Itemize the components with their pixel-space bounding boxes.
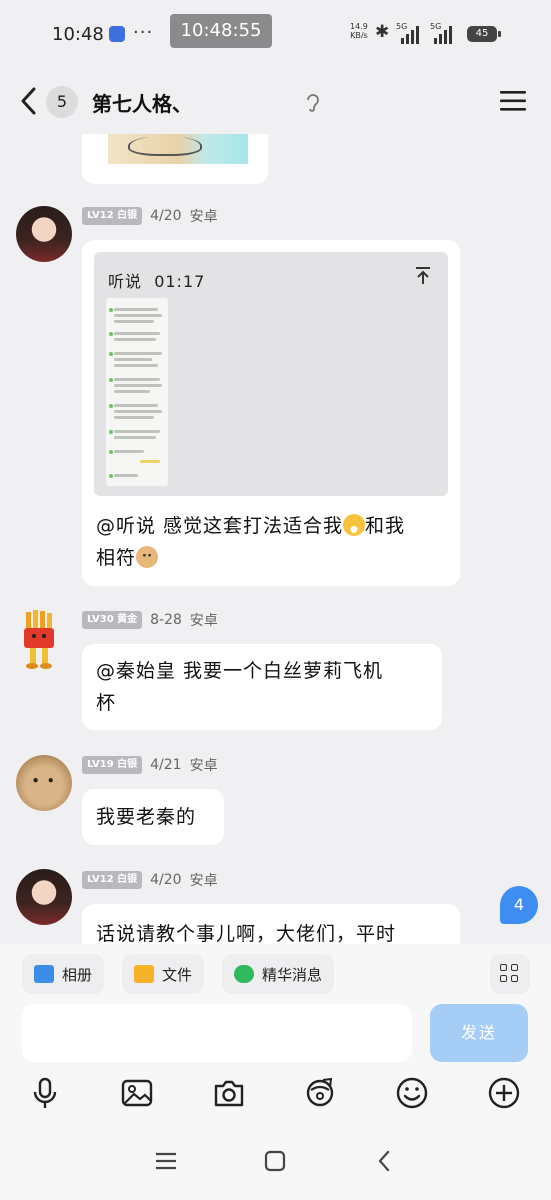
status-time: 10:48 (52, 24, 104, 45)
back-nav-icon[interactable] (374, 1150, 396, 1172)
message-date: 8-28 (150, 612, 182, 628)
message-device: 安卓 (189, 613, 218, 629)
message-list[interactable]: LV12 白银 4/20 安卓 听说 01:17 @听说 感觉这套打法适合我 和… (0, 134, 551, 944)
message-meta: LV30 黄金 8-28 安卓 (82, 610, 218, 630)
send-button[interactable]: 发送 (430, 1004, 528, 1062)
avatar[interactable] (10, 610, 70, 670)
plus-icon[interactable] (487, 1076, 521, 1110)
more-apps-grid-icon[interactable] (490, 954, 530, 994)
message-date: 4/20 (150, 872, 182, 888)
clock-overlay: 10:48:55 (170, 14, 272, 48)
camera-icon[interactable] (212, 1076, 246, 1110)
avatar[interactable] (16, 206, 72, 262)
laughing-emoji-icon (343, 514, 366, 536)
back-icon[interactable] (18, 86, 40, 116)
message-meta: LV12 白银 4/20 安卓 (82, 870, 218, 890)
menu-icon[interactable] (500, 90, 526, 112)
chat-header: 5 第七人格、 (0, 68, 551, 134)
ear-mode-icon (307, 94, 319, 112)
avatar[interactable] (16, 755, 72, 811)
file-chip[interactable]: 文件 (122, 954, 205, 994)
highlights-chip-label: 精华消息 (262, 965, 323, 984)
doge-emoji-icon (136, 546, 159, 568)
message-bubble[interactable]: @秦始皇 我要一个白丝萝莉飞机杯 (82, 644, 442, 730)
message-bubble[interactable]: 听说 01:17 @听说 感觉这套打法适合我 和我 相符 (82, 240, 460, 586)
message-text: @秦始皇 我要一个白丝萝莉飞机杯 (96, 660, 384, 714)
message-meta: LV19 白银 4/21 安卓 (82, 755, 218, 775)
status-bar: 10:48 ··· 10:48:55 14.9 KB/s ✱ 5G 5G 45 (0, 0, 551, 68)
more-notifications-icon: ··· (133, 22, 154, 43)
bluetooth-icon: ✱ (375, 22, 390, 42)
level-tag: LV19 白银 (82, 756, 143, 774)
red-packet-icon[interactable] (303, 1076, 337, 1110)
composer-panel: 相册 文件 精华消息 发送 (0, 944, 551, 1200)
emoji-icon[interactable] (395, 1076, 429, 1110)
message-text: 话说请教个事儿啊，大佬们，平时 (96, 923, 397, 944)
message-device: 安卓 (189, 873, 218, 889)
pin-top-icon[interactable] (414, 266, 432, 286)
network-speed: 14.9 KB/s (350, 22, 368, 40)
network-speed-unit: KB/s (350, 31, 368, 40)
message-bubble[interactable]: 我要老秦的 (82, 789, 224, 845)
message-date: 4/20 (150, 208, 182, 224)
message-text: @听说 感觉这套打法适合我 和我 相符 (96, 514, 406, 569)
sticker-image (108, 134, 248, 164)
app-notification-icon (109, 26, 125, 42)
chat-title[interactable]: 第七人格、 (92, 88, 192, 117)
file-chip-label: 文件 (162, 965, 193, 984)
new-messages-badge[interactable]: 4 (500, 886, 538, 924)
message-meta: LV12 白银 4/20 安卓 (82, 206, 218, 226)
highlights-chip[interactable]: 精华消息 (222, 954, 335, 994)
unread-count-badge[interactable]: 5 (46, 86, 78, 118)
message-device: 安卓 (189, 209, 218, 225)
image-icon (34, 965, 54, 983)
message-input[interactable] (22, 1004, 412, 1062)
folder-icon (134, 965, 154, 983)
picture-icon[interactable] (120, 1076, 154, 1110)
star-icon (234, 965, 254, 983)
recents-nav-icon[interactable] (155, 1150, 177, 1172)
previous-image-message[interactable] (82, 134, 268, 184)
message-date: 4/21 (150, 757, 182, 773)
level-tag: LV30 黄金 (82, 611, 143, 629)
forwarded-chat-card[interactable]: 听说 01:17 (94, 252, 448, 496)
signal-icon-2 (434, 24, 452, 44)
home-nav-icon[interactable] (264, 1150, 286, 1172)
microphone-icon[interactable] (28, 1076, 62, 1110)
album-chip[interactable]: 相册 (22, 954, 105, 994)
signal-icon (401, 24, 419, 44)
message-bubble[interactable]: 话说请教个事儿啊，大佬们，平时 (82, 904, 460, 944)
level-tag: LV12 白银 (82, 871, 143, 889)
network-speed-value: 14.9 (350, 22, 368, 31)
album-chip-label: 相册 (62, 965, 93, 984)
message-text: 我要老秦的 (96, 806, 197, 828)
forwarded-chat-title: 听说 01:17 (108, 272, 206, 291)
level-tag: LV12 白银 (82, 207, 143, 225)
avatar[interactable] (16, 869, 72, 925)
battery-icon: 45 (467, 26, 501, 42)
chat-screenshot-thumbnail (106, 298, 168, 486)
message-device: 安卓 (189, 758, 218, 774)
